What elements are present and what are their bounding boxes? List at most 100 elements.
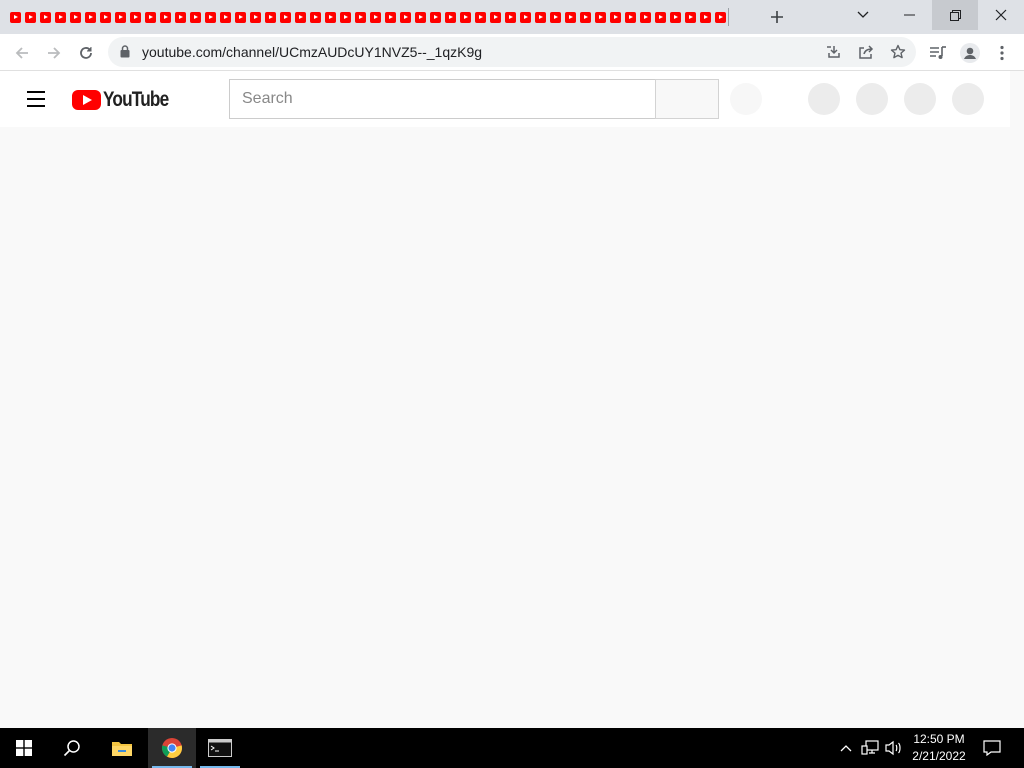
browser-tab[interactable] — [308, 9, 323, 25]
header-button-placeholder — [856, 83, 888, 115]
install-app-button[interactable] — [824, 42, 844, 62]
browser-tab[interactable] — [383, 9, 398, 25]
youtube-favicon-icon — [130, 11, 141, 23]
network-button[interactable] — [860, 738, 880, 758]
network-icon — [861, 740, 879, 755]
action-center-button[interactable] — [982, 738, 1002, 758]
browser-tab[interactable] — [653, 9, 668, 25]
chrome-menu-button[interactable] — [988, 39, 1016, 67]
browser-tab[interactable] — [563, 9, 578, 25]
show-hidden-icons-button[interactable] — [836, 738, 856, 758]
guide-menu-button[interactable] — [20, 83, 52, 115]
browser-tab[interactable] — [398, 9, 413, 25]
start-button[interactable] — [0, 728, 48, 768]
browser-tab[interactable] — [488, 9, 503, 25]
close-window-button[interactable] — [978, 0, 1024, 30]
browser-tab[interactable] — [263, 9, 278, 25]
browser-tab[interactable] — [638, 9, 653, 25]
star-icon — [890, 44, 906, 59]
browser-tab[interactable] — [413, 9, 428, 25]
playlist-music-icon — [930, 46, 946, 59]
avatar-placeholder — [952, 83, 984, 115]
volume-button[interactable] — [884, 738, 904, 758]
browser-tab[interactable] — [98, 9, 113, 25]
browser-tab[interactable] — [698, 9, 713, 25]
youtube-favicon-icon — [595, 11, 606, 23]
browser-tab[interactable] — [428, 9, 443, 25]
browser-tab[interactable] — [623, 9, 638, 25]
browser-tab[interactable] — [158, 9, 173, 25]
profile-button[interactable] — [956, 39, 984, 67]
file-explorer-button[interactable] — [98, 728, 146, 768]
tab-search-button[interactable] — [840, 0, 886, 30]
forward-button[interactable] — [40, 39, 68, 67]
browser-tab[interactable] — [8, 9, 23, 25]
browser-tab[interactable] — [218, 9, 233, 25]
browser-tab[interactable] — [53, 9, 68, 25]
browser-tab[interactable] — [248, 9, 263, 25]
youtube-masthead: YouTube — [0, 71, 1010, 127]
browser-tab[interactable] — [128, 9, 143, 25]
browser-tab[interactable] — [293, 9, 308, 25]
page-content-area — [0, 127, 1024, 728]
browser-tab[interactable] — [473, 9, 488, 25]
browser-tab[interactable] — [278, 9, 293, 25]
browser-tab[interactable] — [458, 9, 473, 25]
browser-tab[interactable] — [548, 9, 563, 25]
arrow-right-icon — [48, 47, 61, 59]
lock-icon[interactable] — [120, 45, 130, 58]
minimize-button[interactable] — [886, 0, 932, 30]
browser-tab[interactable] — [173, 9, 188, 25]
back-button[interactable] — [8, 39, 36, 67]
browser-tab[interactable] — [593, 9, 608, 25]
browser-tab[interactable] — [233, 9, 248, 25]
chrome-taskbar-button[interactable] — [148, 728, 196, 768]
taskbar-clock[interactable]: 12:50 PM 2/21/2022 — [906, 731, 972, 765]
youtube-favicon-icon — [220, 11, 231, 23]
browser-tab[interactable] — [578, 9, 593, 25]
browser-tab[interactable] — [368, 9, 383, 25]
restore-button[interactable] — [932, 0, 978, 30]
browser-tab[interactable] — [113, 9, 128, 25]
browser-tab[interactable] — [443, 9, 458, 25]
bookmark-button[interactable] — [888, 42, 908, 62]
reload-icon — [80, 47, 92, 59]
youtube-favicon-icon — [310, 11, 321, 23]
command-prompt-button[interactable] — [196, 728, 244, 768]
browser-tab[interactable] — [23, 9, 38, 25]
search-field[interactable] — [229, 79, 656, 119]
url-text[interactable]: youtube.com/channel/UCmzAUDcUY1NVZ5--_1q… — [142, 44, 482, 60]
browser-tab[interactable] — [608, 9, 623, 25]
browser-tab[interactable] — [68, 9, 83, 25]
chrome-icon — [161, 738, 183, 759]
search-input[interactable] — [230, 80, 655, 118]
youtube-logo[interactable]: YouTube — [72, 88, 183, 112]
search-button[interactable] — [655, 79, 719, 119]
youtube-favicon-icon — [70, 11, 81, 23]
browser-tab[interactable] — [188, 9, 203, 25]
browser-tab[interactable] — [338, 9, 353, 25]
browser-tab[interactable] — [668, 9, 683, 25]
youtube-favicon-icon — [430, 11, 441, 23]
youtube-favicon-icon — [10, 11, 21, 23]
browser-tab[interactable] — [518, 9, 533, 25]
taskbar-search-button[interactable] — [48, 728, 96, 768]
browser-tab[interactable] — [143, 9, 158, 25]
new-tab-button[interactable] — [764, 5, 790, 29]
browser-tab[interactable] — [683, 9, 698, 25]
address-bar[interactable]: youtube.com/channel/UCmzAUDcUY1NVZ5--_1q… — [108, 37, 916, 67]
share-button[interactable] — [856, 42, 876, 62]
youtube-favicon-icon — [235, 11, 246, 23]
browser-tab[interactable] — [203, 9, 218, 25]
browser-tab[interactable] — [353, 9, 368, 25]
browser-tab[interactable] — [713, 9, 728, 25]
browser-tab[interactable] — [83, 9, 98, 25]
header-button-placeholder — [904, 83, 936, 115]
reload-button[interactable] — [72, 39, 100, 67]
browser-tab[interactable] — [533, 9, 548, 25]
browser-tab[interactable] — [503, 9, 518, 25]
tab-list — [8, 9, 728, 25]
browser-tab[interactable] — [38, 9, 53, 25]
media-controls-button[interactable] — [924, 39, 952, 67]
browser-tab[interactable] — [323, 9, 338, 25]
